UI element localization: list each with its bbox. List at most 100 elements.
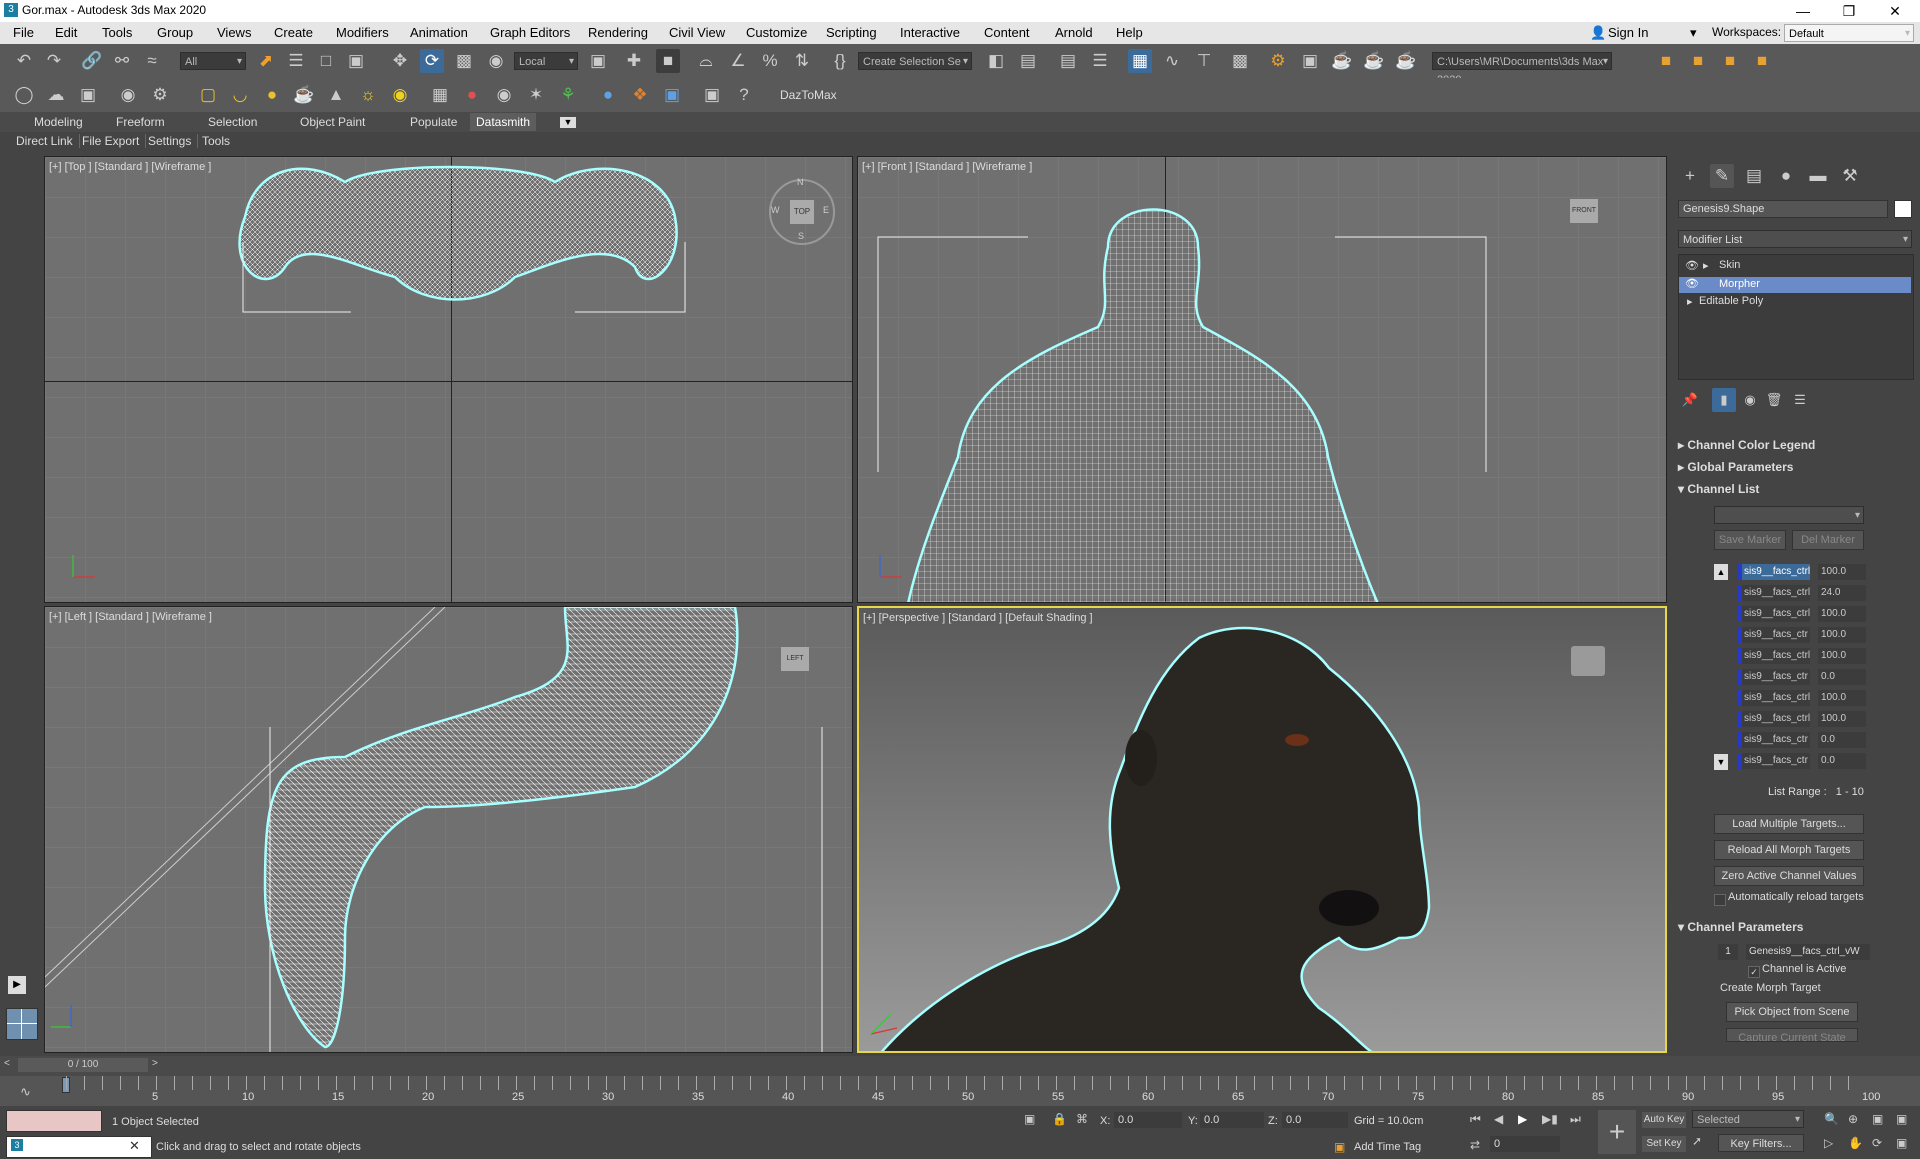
unlink-icon[interactable]: ⚯	[110, 49, 134, 73]
menu-tools[interactable]: Tools	[102, 25, 132, 40]
stack-item-editable-poly[interactable]: ▸ Editable Poly	[1679, 295, 1911, 311]
layer-explorer-icon[interactable]: ☰	[1088, 49, 1112, 73]
menu-graph-editors[interactable]: Graph Editors	[490, 25, 570, 40]
channel-row[interactable]: sis9__facs_ctr 0.0	[1738, 669, 1878, 686]
channel-value[interactable]: 100.0	[1818, 564, 1866, 580]
menu-group[interactable]: Group	[157, 25, 193, 40]
rollout-channel-color-legend[interactable]: ▸ Channel Color Legend	[1678, 438, 1815, 452]
expand-arrow-icon[interactable]: ▸	[1703, 259, 1709, 272]
daz-figure-icon[interactable]: ◯	[12, 83, 36, 107]
workspace-dropdown[interactable]: Default	[1784, 24, 1914, 43]
viewcube-top[interactable]: TOP	[790, 200, 814, 224]
x-coord-field[interactable]: 0.0	[1114, 1112, 1182, 1128]
play-icon[interactable]: ▶	[1518, 1112, 1527, 1126]
set-key-button[interactable]: Set Key	[1642, 1136, 1686, 1152]
datasmith-sync-icon[interactable]: ■	[1686, 49, 1710, 73]
del-marker-button[interactable]: Del Marker	[1792, 530, 1864, 550]
y-coord-field[interactable]: 0.0	[1200, 1112, 1264, 1128]
go-to-end-icon[interactable]: ⏭	[1570, 1112, 1581, 1127]
prev-frame-arrow-icon[interactable]: <	[4, 1058, 16, 1072]
rollout-global-parameters[interactable]: ▸ Global Parameters	[1678, 460, 1793, 474]
utilities-tab-icon[interactable]: ⚒	[1838, 164, 1862, 188]
auto-key-button[interactable]: Auto Key	[1642, 1112, 1686, 1128]
window-crossing-icon[interactable]: ▣	[344, 49, 368, 73]
eye-icon[interactable]: 👁	[1685, 259, 1699, 272]
channel-row[interactable]: sis9__facs_ctrl_ 100.0	[1738, 690, 1878, 707]
spinner-snap-icon[interactable]: ⇅	[790, 49, 814, 73]
channel-name[interactable]: sis9__facs_ctr	[1738, 669, 1810, 685]
channel-name[interactable]: sis9__facs_ctrl	[1738, 564, 1810, 580]
viewport-top[interactable]: [+] [Top ] [Standard ] [Wireframe ] TOP …	[44, 156, 853, 603]
channel-row[interactable]: sis9__facs_ctr 0.0	[1738, 753, 1878, 770]
channel-name[interactable]: sis9__facs_ctrl	[1738, 606, 1810, 622]
pivot-center-icon[interactable]: ▣	[586, 49, 610, 73]
bind-spacewarp-icon[interactable]: ≈	[140, 49, 164, 73]
rendered-frame-window-icon[interactable]: ▣	[1298, 49, 1322, 73]
sign-in-dropdown-icon[interactable]: ▾	[1690, 25, 1697, 41]
add-time-tag-button[interactable]: Add Time Tag	[1354, 1141, 1421, 1153]
channel-row[interactable]: sis9__facs_ctrl 100.0	[1738, 606, 1878, 623]
keyboard-shortcut-override-icon[interactable]: ■	[656, 49, 680, 73]
subtab-direct-link[interactable]: Direct Link	[16, 134, 80, 148]
selection-lock-icon[interactable]: 🔒	[1052, 1112, 1067, 1126]
toggle-ribbon-icon[interactable]: ▦	[1128, 49, 1152, 73]
sign-in-button[interactable]: Sign In	[1608, 25, 1648, 40]
viewport-perspective[interactable]: [+] [Perspective ] [Standard ] [Default …	[857, 606, 1667, 1053]
subtab-tools[interactable]: Tools	[202, 134, 236, 148]
viewport-top-label[interactable]: [+] [Top ] [Standard ] [Wireframe ]	[49, 161, 211, 173]
scatter-icon[interactable]: ✶	[524, 83, 548, 107]
datasmith-link-icon[interactable]: ■	[1718, 49, 1742, 73]
channel-name-field[interactable]: Genesis9__facs_ctrl_vW	[1746, 944, 1870, 960]
channel-row[interactable]: sis9__facs_ctrl_ 24.0	[1738, 585, 1878, 602]
channel-active-checkbox[interactable]: ✓	[1748, 966, 1760, 978]
channel-name[interactable]: sis9__facs_ctr	[1738, 732, 1810, 748]
sky-light-icon[interactable]: ◉	[388, 83, 412, 107]
image-icon[interactable]: ▣	[76, 83, 100, 107]
menu-rendering[interactable]: Rendering	[588, 25, 648, 40]
channel-row[interactable]: sis9__facs_ctrl 100.0	[1738, 711, 1878, 728]
render-iterative-icon[interactable]: ☕	[1362, 49, 1386, 73]
configure-modifier-sets-icon[interactable]: ☰	[1788, 388, 1812, 412]
menu-scripting[interactable]: Scripting	[826, 25, 877, 40]
box-primitive-icon[interactable]: ▢	[196, 83, 220, 107]
camera-icon[interactable]: ◉	[116, 83, 140, 107]
maxscript-listener[interactable]	[6, 1110, 102, 1132]
rollout-channel-parameters[interactable]: ▾ Channel Parameters	[1678, 920, 1803, 934]
environment-sphere-icon[interactable]: ●	[596, 83, 620, 107]
field-of-view-icon[interactable]: ▷	[1824, 1136, 1833, 1150]
marker-dropdown[interactable]	[1714, 506, 1864, 525]
datasmith-export-icon[interactable]: ■	[1654, 49, 1678, 73]
expand-arrow-icon[interactable]: ▸	[1687, 295, 1693, 308]
tab-modeling[interactable]: Modeling	[34, 115, 83, 129]
channel-value[interactable]: 100.0	[1818, 711, 1866, 727]
material-editor-icon[interactable]: ▩	[1228, 49, 1252, 73]
plant-icon[interactable]: ⚘	[556, 83, 580, 107]
expand-layout-icon[interactable]: ▶	[8, 976, 26, 994]
tab-selection[interactable]: Selection	[208, 115, 257, 129]
absolute-transform-icon[interactable]: ⌘	[1076, 1112, 1088, 1126]
mirror-icon[interactable]: ◧	[984, 49, 1008, 73]
channel-value[interactable]: 100.0	[1818, 606, 1866, 622]
make-unique-icon[interactable]: ◉	[1738, 388, 1762, 412]
orbit-icon[interactable]: ⟳	[1872, 1136, 1882, 1150]
teapot-icon[interactable]: ☕	[292, 83, 316, 107]
channel-name[interactable]: sis9__facs_ctr	[1738, 627, 1810, 643]
channel-value[interactable]: 100.0	[1818, 627, 1866, 643]
z-coord-field[interactable]: 0.0	[1282, 1112, 1348, 1128]
render-production-icon[interactable]: ☕	[1330, 49, 1354, 73]
settings-gear-icon[interactable]: ⚙	[148, 83, 172, 107]
daztomax-label[interactable]: DazToMax	[780, 88, 837, 102]
channel-number-field[interactable]: 1	[1718, 944, 1738, 960]
asset-browser-icon[interactable]: ▣	[700, 83, 724, 107]
place-icon[interactable]: ◉	[484, 49, 508, 73]
subtab-file-export[interactable]: File Export	[82, 134, 147, 148]
zoom-extents-all-icon[interactable]: ▣	[1896, 1112, 1907, 1126]
project-folder-dropdown[interactable]: C:\Users\MR\Documents\3ds Max 2020	[1432, 52, 1612, 86]
minimize-button[interactable]: —	[1780, 0, 1826, 22]
curve-editor-icon[interactable]: ∿	[1160, 49, 1184, 73]
redo-icon[interactable]: ↷	[42, 49, 66, 73]
channel-name[interactable]: sis9__facs_ctrl	[1738, 711, 1810, 727]
pan-icon[interactable]: ✋	[1848, 1136, 1863, 1150]
menu-views[interactable]: Views	[217, 25, 251, 40]
previous-frame-icon[interactable]: ◀	[1494, 1112, 1503, 1126]
